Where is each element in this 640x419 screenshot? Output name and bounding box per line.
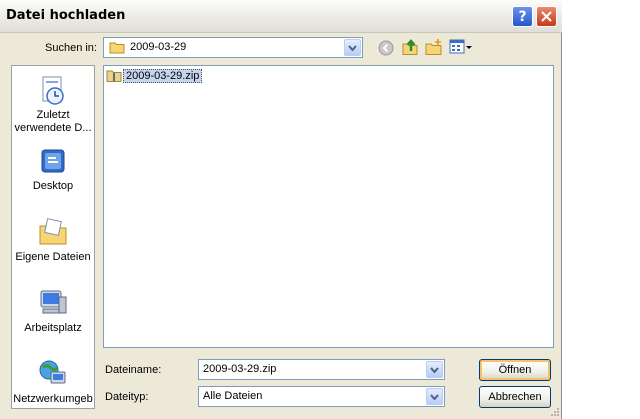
close-icon — [541, 11, 552, 22]
look-in-dropdown-button[interactable] — [344, 39, 361, 56]
file-name: 2009-03-29.zip — [123, 69, 203, 83]
filetype-dropdown-button[interactable] — [426, 388, 443, 405]
look-in-label: Suchen in: — [45, 42, 97, 54]
folder-icon — [109, 42, 125, 54]
new-folder-icon[interactable] — [425, 38, 443, 56]
file-upload-dialog: Datei hochladen ? Suchen in: 2009-03-29 — [0, 0, 562, 419]
file-list[interactable]: 2009-03-29.zip — [103, 65, 554, 348]
filename-dropdown-button[interactable] — [426, 361, 443, 378]
recent-documents-icon — [42, 76, 64, 105]
desktop-icon — [41, 149, 65, 173]
place-my-documents[interactable]: Eigene Dateien — [12, 216, 94, 264]
file-item[interactable]: 2009-03-29.zip — [106, 68, 203, 84]
place-network[interactable]: Netzwerkumgeb — [12, 358, 94, 406]
resize-grip-icon[interactable] — [548, 405, 560, 417]
filetype-value: Alle Dateien — [203, 390, 263, 402]
place-desktop[interactable]: Desktop — [12, 145, 94, 193]
chevron-down-icon — [430, 366, 439, 373]
place-my-computer[interactable]: Arbeitsplatz — [12, 287, 94, 335]
cancel-button[interactable]: Abbrechen — [479, 386, 551, 408]
look-in-value: 2009-03-29 — [130, 41, 187, 53]
look-in-dropdown[interactable]: 2009-03-29 — [103, 37, 363, 58]
filename-field[interactable]: 2009-03-29.zip — [198, 359, 445, 380]
filename-value: 2009-03-29.zip — [203, 363, 277, 375]
my-computer-icon — [40, 290, 67, 314]
places-bar: Zuletzt verwendete D... Desktop Eigene D… — [11, 65, 95, 409]
question-mark-icon: ? — [518, 8, 527, 25]
place-desktop-label: Desktop — [32, 180, 74, 192]
filetype-label: Dateityp: — [105, 391, 149, 403]
back-icon[interactable] — [378, 40, 394, 56]
close-button[interactable] — [536, 6, 557, 27]
up-folder-icon[interactable] — [401, 38, 419, 56]
open-button[interactable]: Öffnen — [479, 359, 551, 381]
title-bar[interactable]: Datei hochladen ? — [0, 0, 562, 33]
zip-folder-icon — [106, 70, 122, 82]
place-recent-label: Zuletzt verwendete D... — [14, 109, 92, 134]
view-menu-icon[interactable] — [449, 39, 473, 55]
place-my-documents-label: Eigene Dateien — [15, 251, 91, 263]
window-title: Datei hochladen — [6, 8, 126, 23]
filetype-dropdown[interactable]: Alle Dateien — [198, 386, 445, 407]
chevron-down-icon — [348, 44, 357, 51]
network-icon — [39, 360, 66, 384]
my-documents-icon — [39, 218, 67, 245]
chevron-down-icon — [430, 393, 439, 400]
place-network-label: Netzwerkumgeb — [13, 393, 93, 405]
filename-label: Dateiname: — [105, 364, 162, 376]
place-my-computer-label: Arbeitsplatz — [24, 322, 82, 334]
place-recent[interactable]: Zuletzt verwendete D... — [12, 74, 94, 135]
help-button[interactable]: ? — [512, 6, 533, 27]
